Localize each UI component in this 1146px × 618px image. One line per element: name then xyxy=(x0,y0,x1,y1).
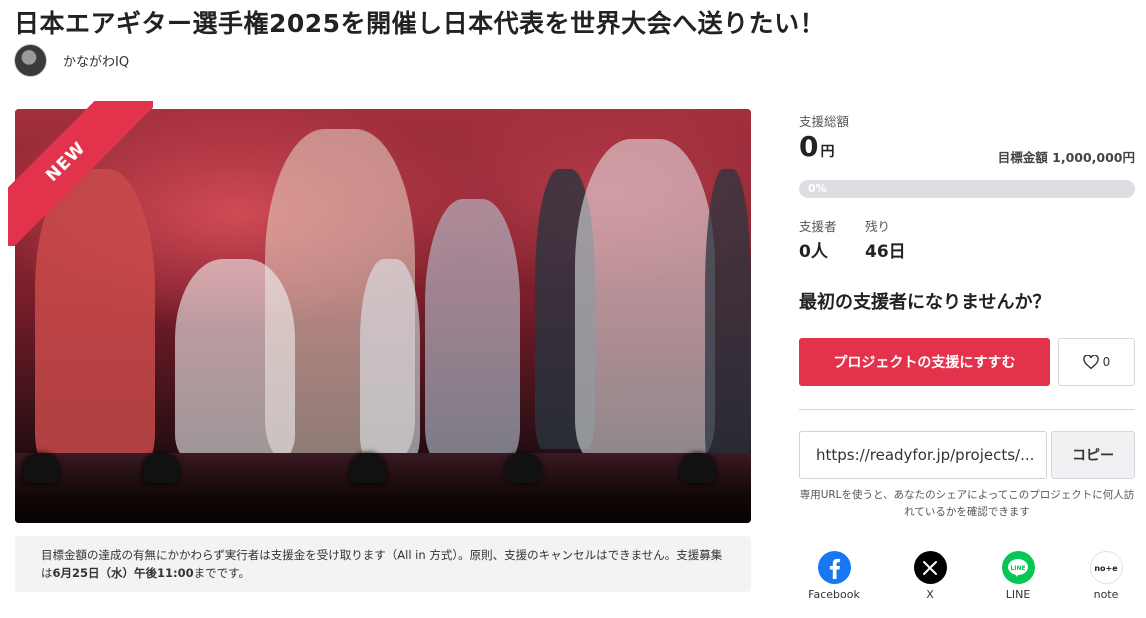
share-x[interactable]: X xyxy=(895,551,965,601)
divider xyxy=(799,409,1135,410)
owner-name[interactable]: かながわIQ xyxy=(63,51,129,70)
share-line-label: LINE xyxy=(1005,588,1031,601)
first-supporter-prompt: 最初の支援者になりませんか？ xyxy=(799,292,1051,313)
share-line[interactable]: LINE LINE xyxy=(983,551,1053,601)
supporters-label: 支援者 xyxy=(799,219,837,234)
favorite-count: 0 xyxy=(1102,355,1111,369)
svg-text:LINE: LINE xyxy=(1010,565,1025,572)
facebook-icon xyxy=(817,551,851,584)
share-url-note: 専用URLを使うと、あなたのシェアによってこのプロジェクトに何人訪れているかを確… xyxy=(799,489,1135,518)
x-icon xyxy=(913,551,947,584)
all-in-notice: 目標金額の達成の有無にかかわらず実行者は支援金を受け取ります（All in 方式… xyxy=(15,536,751,592)
share-note-label: note xyxy=(1093,588,1119,601)
total-label: 支援総額 xyxy=(799,114,850,129)
progress-text: 0% xyxy=(808,182,827,195)
currency-unit: 円 xyxy=(820,144,835,160)
favorite-button[interactable]: 0 xyxy=(1058,338,1135,386)
owner-avatar[interactable] xyxy=(14,44,47,77)
share-x-label: X xyxy=(926,588,934,601)
share-note[interactable]: no+e note xyxy=(1071,551,1141,601)
share-facebook-label: Facebook xyxy=(808,588,860,601)
notice-text-end: までです。 xyxy=(193,566,250,581)
remaining-value: 46日 xyxy=(865,242,906,262)
total-amount-value: 0 xyxy=(799,130,819,163)
goal-amount: 目標金額 1,000,000円 xyxy=(997,150,1135,165)
supporters-value: 0人 xyxy=(799,242,828,262)
remaining-label: 残り xyxy=(865,219,891,234)
svg-text:no+e: no+e xyxy=(1094,564,1118,573)
note-icon: no+e xyxy=(1089,551,1123,584)
notice-deadline: 6月25日（水）午後11:00 xyxy=(52,566,194,581)
progress-bar: 0% xyxy=(799,180,1135,198)
owner-info[interactable]: かながわIQ xyxy=(14,44,129,77)
heart-icon xyxy=(1082,355,1099,369)
share-facebook[interactable]: Facebook xyxy=(799,551,869,601)
project-main-image xyxy=(15,109,751,523)
funding-sidebar: 支援総額 0円 目標金額 1,000,000円 0% 支援者 0人 残り 46日… xyxy=(799,0,1135,618)
copy-url-button[interactable]: コピー xyxy=(1051,431,1135,479)
total-amount: 0円 xyxy=(799,130,834,163)
line-icon: LINE xyxy=(1001,551,1035,584)
support-button[interactable]: プロジェクトの支援にすすむ xyxy=(799,338,1050,386)
share-url-field[interactable]: https://readyfor.jp/projects/... xyxy=(799,431,1047,479)
